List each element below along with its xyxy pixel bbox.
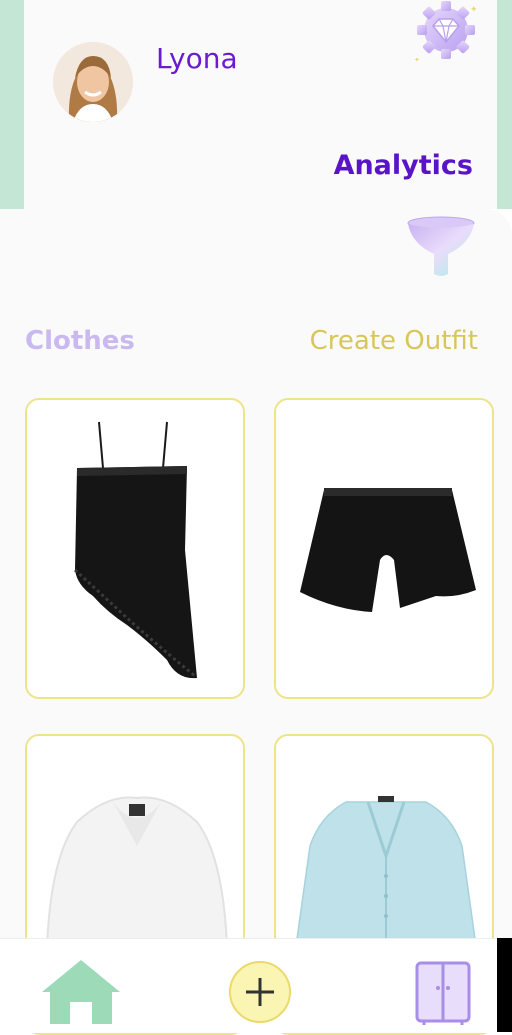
analytics-link[interactable]: Analytics [334,150,473,181]
clothing-card[interactable] [25,398,245,699]
tab-create-outfit[interactable]: Create Outfit [310,326,478,356]
right-accent-bar [497,0,512,209]
tab-clothes[interactable]: Clothes [25,326,135,356]
avatar[interactable] [53,42,133,122]
left-accent-bar [0,0,24,209]
svg-text:✦: ✦ [414,56,420,64]
home-icon[interactable] [38,956,124,1026]
clothing-card[interactable] [274,398,494,699]
wardrobe-icon[interactable] [414,960,472,1026]
username: Lyona [156,42,238,75]
filter-icon[interactable] [406,216,476,278]
bottom-corner [497,938,512,1032]
premium-gem-icon[interactable]: ✦ ✦ [410,0,482,68]
black-lace-slip-top-icon [73,421,197,679]
black-shorts-icon [300,488,476,612]
plus-icon [246,978,274,1006]
svg-text:✦: ✦ [470,5,478,15]
add-button[interactable] [229,961,291,1023]
